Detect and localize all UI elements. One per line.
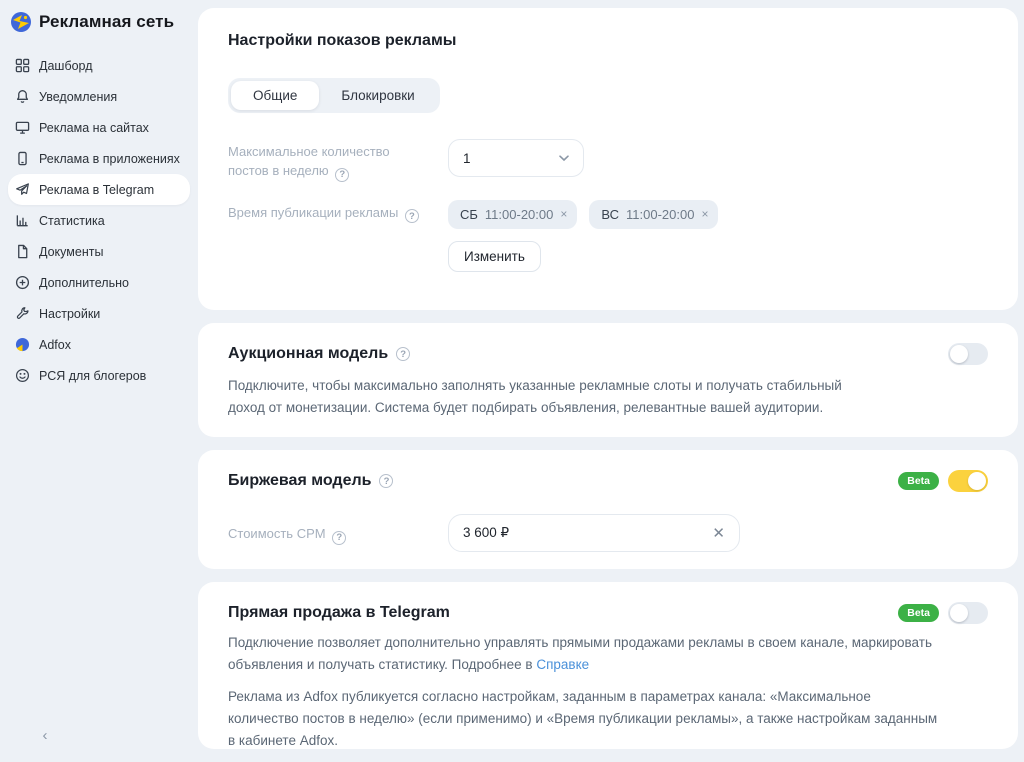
ad-display-settings-card: Настройки показов рекламы Общие Блокиров… — [198, 8, 1018, 310]
chevron-left-icon: ‹ — [43, 727, 48, 744]
sidebar-item-ads-on-sites[interactable]: Реклама на сайтах — [8, 112, 190, 143]
sidebar-item-label: Adfox — [39, 338, 71, 352]
cpm-value: 3 600 ₽ — [463, 525, 509, 541]
sidebar-item-label: Дашборд — [39, 59, 93, 73]
max-posts-label: Максимальное количество постов в неделю … — [228, 139, 448, 182]
publish-time-label: Время публикации рекламы ? — [228, 200, 448, 272]
sidebar-item-settings[interactable]: Настройки — [8, 298, 190, 329]
plus-circle-icon — [14, 275, 30, 291]
cpm-row: Стоимость CPM ? 3 600 ₽ ✕ — [228, 514, 988, 552]
auction-model-card: Аукционная модель ? Подключите, чтобы ма… — [198, 323, 1018, 437]
edit-time-button[interactable]: Изменить — [448, 241, 541, 272]
chip-remove-icon[interactable]: × — [560, 207, 567, 221]
chevron-down-icon — [557, 151, 571, 165]
sidebar-item-label: Документы — [39, 245, 103, 259]
sidebar-item-rsya-bloggers[interactable]: РСЯ для блогеров — [8, 360, 190, 391]
wrench-icon — [14, 306, 30, 322]
sidebar-item-ads-in-telegram[interactable]: Реклама в Telegram — [8, 174, 190, 205]
sidebar-item-label: Статистика — [39, 214, 105, 228]
sidebar-item-label: Реклама в Telegram — [39, 183, 154, 197]
page-title: Настройки показов рекламы — [228, 32, 988, 50]
auction-model-toggle[interactable] — [948, 343, 988, 365]
time-chip: ВС 11:00-20:00 × — [589, 200, 718, 229]
auction-model-description: Подключите, чтобы максимально заполнять … — [228, 375, 876, 419]
max-posts-select[interactable]: 1 — [448, 139, 584, 177]
tab-general[interactable]: Общие — [231, 81, 319, 110]
max-posts-row: Максимальное количество постов в неделю … — [228, 139, 988, 182]
exchange-model-title: Биржевая модель — [228, 472, 371, 490]
sidebar-nav: Дашборд Уведомления Реклама на сайтах — [8, 50, 190, 391]
monitor-icon — [14, 120, 30, 136]
sidebar-collapse-button[interactable]: ‹ — [36, 727, 54, 745]
clear-icon[interactable]: ✕ — [712, 524, 725, 542]
beta-badge: Beta — [898, 472, 939, 491]
sidebar-item-label: Настройки — [39, 307, 100, 321]
beta-badge: Beta — [898, 604, 939, 623]
sidebar-item-label: Реклама в приложениях — [39, 152, 180, 166]
direct-sale-card: Прямая продажа в Telegram Beta Подключен… — [198, 582, 1018, 749]
chip-remove-icon[interactable]: × — [701, 207, 708, 221]
app-title: Рекламная сеть — [39, 12, 174, 32]
direct-sale-toggle[interactable] — [948, 602, 988, 624]
max-posts-value: 1 — [463, 151, 471, 166]
sidebar-item-notifications[interactable]: Уведомления — [8, 81, 190, 112]
smiley-icon — [14, 368, 30, 384]
time-chip: СБ 11:00-20:00 × — [448, 200, 577, 229]
help-link[interactable]: Справке — [536, 657, 589, 672]
sidebar-item-documents[interactable]: Документы — [8, 236, 190, 267]
phone-icon — [14, 151, 30, 167]
dashboard-icon — [14, 58, 30, 74]
exchange-model-toggle[interactable] — [948, 470, 988, 492]
sidebar-item-statistics[interactable]: Статистика — [8, 205, 190, 236]
sidebar-item-label: Уведомления — [39, 90, 117, 104]
help-icon[interactable]: ? — [332, 531, 346, 545]
tab-blocks[interactable]: Блокировки — [319, 81, 436, 110]
help-icon[interactable]: ? — [379, 474, 393, 488]
direct-sale-title: Прямая продажа в Telegram — [228, 604, 450, 622]
telegram-icon — [14, 182, 30, 198]
help-icon[interactable]: ? — [335, 168, 349, 182]
direct-sale-note: Реклама из Adfox публикуется согласно на… — [228, 686, 940, 752]
help-icon[interactable]: ? — [405, 209, 419, 223]
bell-icon — [14, 89, 30, 105]
bar-chart-icon — [14, 213, 30, 229]
settings-tabs: Общие Блокировки — [228, 78, 440, 113]
help-icon[interactable]: ? — [396, 347, 410, 361]
yandex-adnetwork-logo-icon — [10, 11, 32, 33]
publish-time-row: Время публикации рекламы ? СБ 11:00-20:0… — [228, 200, 988, 272]
sidebar-item-label: Реклама на сайтах — [39, 121, 149, 135]
sidebar-item-adfox[interactable]: Adfox — [8, 329, 190, 360]
main-content: Настройки показов рекламы Общие Блокиров… — [198, 8, 1018, 762]
sidebar: Рекламная сеть Дашборд Уведомления — [0, 0, 196, 759]
cpm-input[interactable]: 3 600 ₽ ✕ — [448, 514, 740, 552]
direct-sale-description: Подключение позволяет дополнительно упра… — [228, 632, 940, 676]
sidebar-item-ads-in-apps[interactable]: Реклама в приложениях — [8, 143, 190, 174]
exchange-model-card: Биржевая модель ? Beta Стоимость CPM ? 3… — [198, 450, 1018, 569]
cpm-label: Стоимость CPM ? — [228, 514, 448, 552]
sidebar-item-label: РСЯ для блогеров — [39, 369, 146, 383]
auction-model-title: Аукционная модель — [228, 345, 388, 363]
document-icon — [14, 244, 30, 260]
app-brand: Рекламная сеть — [8, 6, 190, 36]
sidebar-item-dashboard[interactable]: Дашборд — [8, 50, 190, 81]
adfox-icon — [14, 337, 30, 353]
sidebar-item-additional[interactable]: Дополнительно — [8, 267, 190, 298]
sidebar-item-label: Дополнительно — [39, 276, 129, 290]
